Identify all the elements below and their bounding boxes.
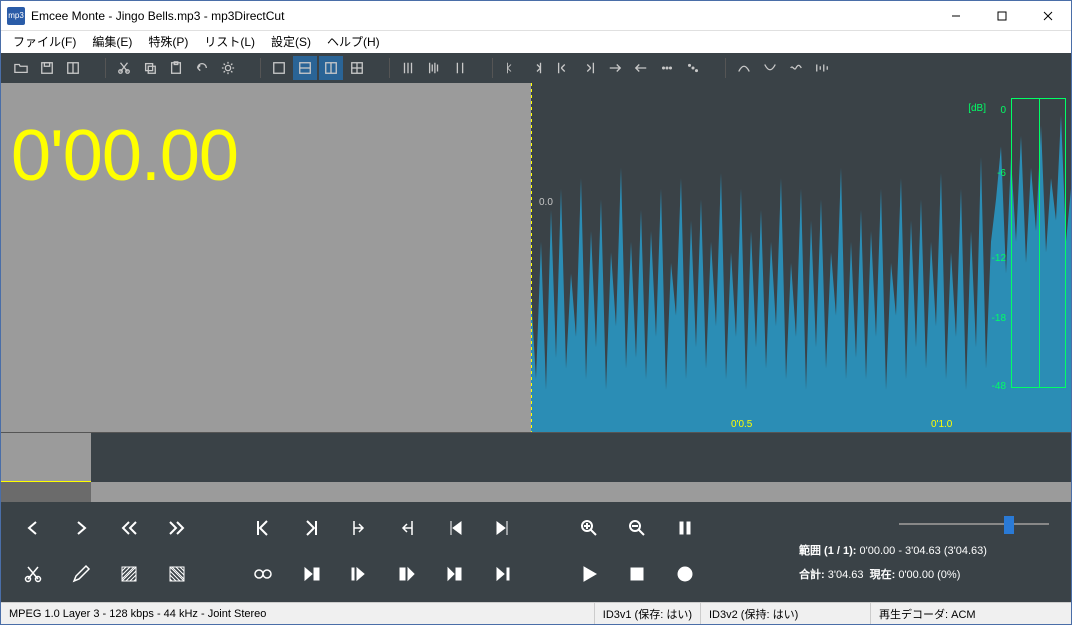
open-button[interactable] (9, 56, 33, 80)
waveform-svg (531, 83, 1071, 432)
scissors-button[interactable] (13, 556, 53, 592)
paste-button[interactable] (164, 56, 188, 80)
minimize-button[interactable] (933, 1, 979, 31)
overview-top[interactable] (1, 432, 1071, 482)
prev-button[interactable] (13, 510, 53, 546)
waveform-panel[interactable]: 0.0 0'0.5 0'1.0 [dB] 0 -6 -12 -18 -48 (531, 83, 1071, 432)
window-title: Emcee Monte - Jingo Bells.mp3 - mp3Direc… (31, 9, 933, 23)
sel-out-button[interactable] (387, 510, 427, 546)
main-area: 0'00.00 0.0 0'0.5 0'1.0 [dB] 0 -6 -12 -1… (1, 83, 1071, 432)
menubar: ファイル(F) 編集(E) 特殊(P) リスト(L) 設定(S) ヘルプ(H) (1, 31, 1071, 53)
record-button[interactable] (665, 556, 705, 592)
save-button[interactable] (35, 56, 59, 80)
nav6-button[interactable] (629, 56, 653, 80)
status-id3v2: ID3v2 (保持: はい) (701, 603, 871, 624)
time-panel[interactable]: 0'00.00 (1, 83, 531, 432)
play-sel-button[interactable] (291, 556, 331, 592)
overview-bottom[interactable] (1, 482, 1071, 502)
menu-special[interactable]: 特殊(P) (140, 31, 196, 53)
menu-list[interactable]: リスト(L) (196, 31, 263, 53)
marker2-button[interactable] (422, 56, 446, 80)
fx1-button[interactable] (732, 56, 756, 80)
db-val-18: -18 (992, 313, 1006, 324)
marker3-button[interactable] (448, 56, 472, 80)
nav7-button[interactable] (655, 56, 679, 80)
rewind-button[interactable] (109, 510, 149, 546)
controls-panel: 範囲 (1 / 1): 0'00.00 - 3'04.63 (3'04.63) … (1, 502, 1071, 602)
total-info: 合計: 3'04.63 現在: 0'00.00 (0%) (799, 566, 1059, 582)
pause-button[interactable] (665, 510, 705, 546)
db-val-6: -6 (997, 168, 1006, 179)
menu-help[interactable]: ヘルプ(H) (319, 31, 388, 53)
playhead-line (531, 83, 532, 432)
copy-button[interactable] (138, 56, 162, 80)
view4-button[interactable] (345, 56, 369, 80)
fx2-button[interactable] (758, 56, 782, 80)
save-selection-button[interactable] (61, 56, 85, 80)
time-tick-2: 0'1.0 (931, 419, 952, 430)
sel-end-button[interactable] (291, 510, 331, 546)
marker1-button[interactable] (396, 56, 420, 80)
nav8-button[interactable] (681, 56, 705, 80)
range-info: 範囲 (1 / 1): 0'00.00 - 3'04.63 (3'04.63) (799, 542, 1059, 558)
play-range1-button[interactable] (387, 556, 427, 592)
menu-edit[interactable]: 編集(E) (84, 31, 140, 53)
overview-panel (1, 432, 1071, 502)
zoom-out-button[interactable] (617, 510, 657, 546)
sel-start-button[interactable] (243, 510, 283, 546)
menu-settings[interactable]: 設定(S) (263, 31, 319, 53)
settings-button[interactable] (216, 56, 240, 80)
view1-button[interactable] (267, 56, 291, 80)
view3-button[interactable] (319, 56, 343, 80)
statusbar: MPEG 1.0 Layer 3 - 128 kbps - 44 kHz - J… (1, 602, 1071, 624)
close-button[interactable] (1025, 1, 1071, 31)
db-val-12: -12 (992, 253, 1006, 264)
nav3-button[interactable] (551, 56, 575, 80)
view2-button[interactable] (293, 56, 317, 80)
fx4-button[interactable] (810, 56, 834, 80)
play-button[interactable] (569, 556, 609, 592)
nav1-button[interactable] (499, 56, 523, 80)
play-to-button[interactable] (483, 556, 523, 592)
next-button[interactable] (61, 510, 101, 546)
db-meter (1011, 98, 1066, 388)
overview-cue (1, 482, 91, 502)
goto-start-button[interactable] (435, 510, 475, 546)
db-val-48: -48 (992, 381, 1006, 392)
overview-selection[interactable] (1, 433, 91, 483)
titlebar[interactable]: mp3 Emcee Monte - Jingo Bells.mp3 - mp3D… (1, 1, 1071, 31)
sel-in-button[interactable] (339, 510, 379, 546)
cut-button[interactable] (112, 56, 136, 80)
nav5-button[interactable] (603, 56, 627, 80)
status-decoder: 再生デコーダ: ACM (871, 603, 1071, 624)
goto-end-button[interactable] (483, 510, 523, 546)
menu-file[interactable]: ファイル(F) (5, 31, 84, 53)
zoom-in-button[interactable] (569, 510, 609, 546)
hatch2-button[interactable] (157, 556, 197, 592)
position-label: 0.0 (539, 197, 553, 208)
undo-button[interactable] (190, 56, 214, 80)
forward-button[interactable] (157, 510, 197, 546)
db-val-0: 0 (1000, 105, 1006, 116)
toolbar (1, 53, 1071, 83)
db-label: [dB] (968, 103, 986, 114)
loop-button[interactable] (243, 556, 283, 592)
volume-slider[interactable] (899, 514, 1049, 534)
nav2-button[interactable] (525, 56, 549, 80)
big-time-display: 0'00.00 (11, 115, 238, 197)
app-icon: mp3 (7, 7, 25, 25)
nav4-button[interactable] (577, 56, 601, 80)
status-id3v1: ID3v1 (保存: はい) (595, 603, 701, 624)
hatch1-button[interactable] (109, 556, 149, 592)
play-range2-button[interactable] (435, 556, 475, 592)
stop-button[interactable] (617, 556, 657, 592)
status-format: MPEG 1.0 Layer 3 - 128 kbps - 44 kHz - J… (1, 603, 595, 624)
play-from-button[interactable] (339, 556, 379, 592)
time-tick-1: 0'0.5 (731, 419, 752, 430)
maximize-button[interactable] (979, 1, 1025, 31)
fx3-button[interactable] (784, 56, 808, 80)
pencil-button[interactable] (61, 556, 101, 592)
